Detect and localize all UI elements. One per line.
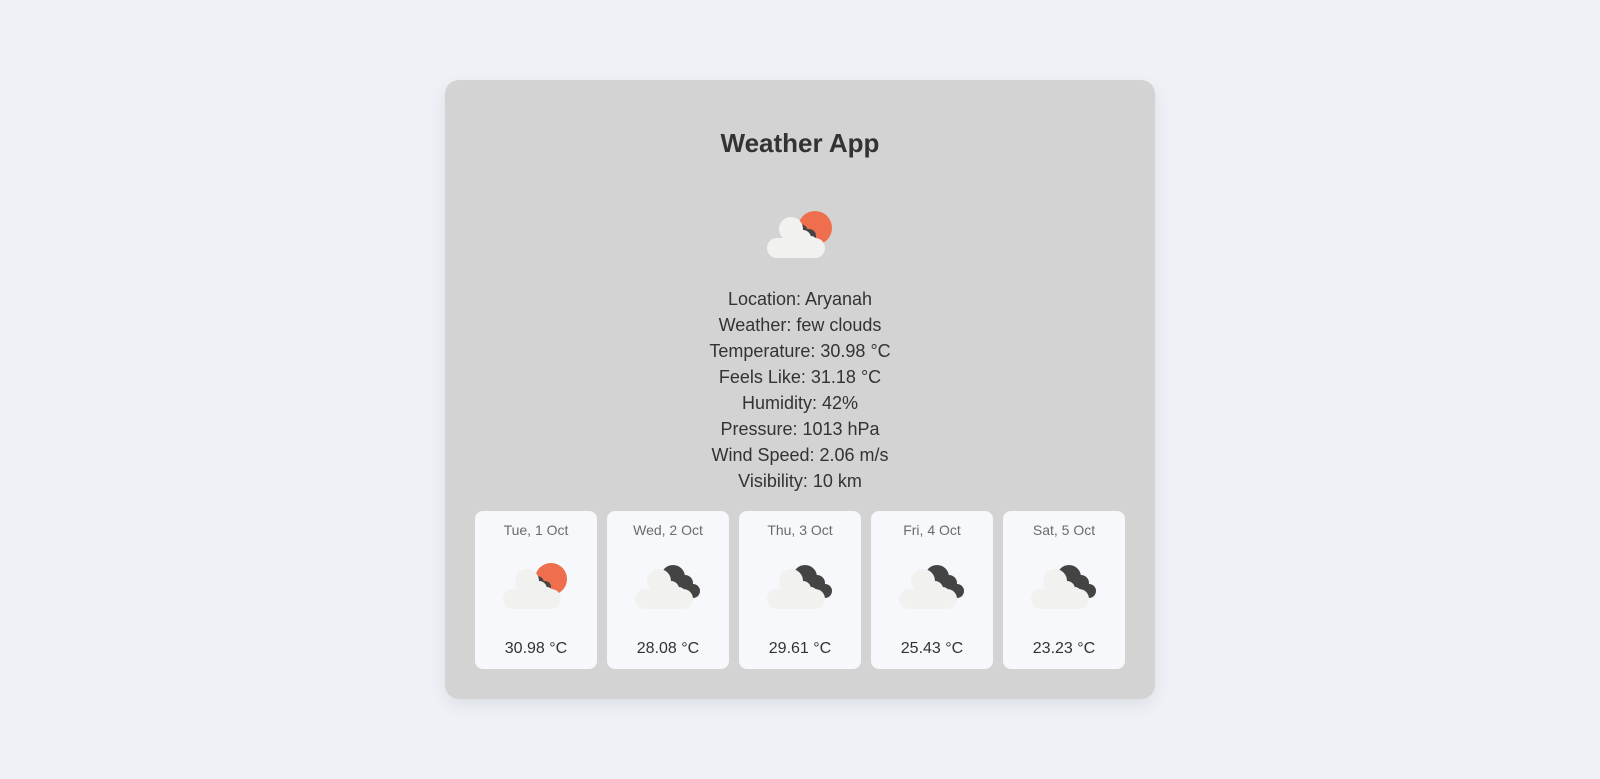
forecast-temperature: 28.08 °C — [636, 640, 700, 657]
broken-clouds-icon — [897, 557, 967, 613]
forecast-day-card: Sat, 5 Oct 23.23 °C — [1003, 511, 1125, 669]
app-title: Weather App — [720, 128, 880, 158]
forecast-day-card: Fri, 4 Oct 25.43 °C — [871, 511, 993, 669]
forecast-date: Sat, 5 Oct — [1032, 522, 1096, 538]
forecast-date: Wed, 2 Oct — [633, 522, 703, 538]
forecast-temperature: 29.61 °C — [768, 640, 832, 657]
forecast-temperature: 25.43 °C — [900, 640, 964, 657]
current-weather-details: Location: Aryanah Weather: few clouds Te… — [445, 286, 1155, 494]
forecast-date: Fri, 4 Oct — [903, 522, 961, 538]
temperature-text: Temperature: 30.98 °C — [709, 341, 891, 361]
weather-description-text: Weather: few clouds — [718, 315, 882, 335]
forecast-date: Thu, 3 Oct — [767, 522, 833, 538]
broken-clouds-icon — [765, 557, 835, 613]
wind-speed-text: Wind Speed: 2.06 m/s — [711, 445, 889, 465]
feels-like-text: Feels Like: 31.18 °C — [718, 367, 882, 387]
broken-clouds-icon — [633, 557, 703, 613]
forecast-date: Tue, 1 Oct — [503, 522, 569, 538]
forecast-day-card: Tue, 1 Oct 30.98 °C — [475, 511, 597, 669]
forecast-temperature: 30.98 °C — [504, 640, 568, 657]
forecast-day-card: Wed, 2 Oct 28.08 °C — [607, 511, 729, 669]
few-clouds-day-icon — [765, 198, 835, 268]
weather-card: Weather App Location: Aryanah Weather: f… — [445, 80, 1155, 699]
visibility-text: Visibility: 10 km — [738, 471, 862, 491]
few-clouds-day-icon — [501, 557, 571, 613]
forecast-day-card: Thu, 3 Oct 29.61 °C — [739, 511, 861, 669]
forecast-temperature: 23.23 °C — [1032, 640, 1096, 657]
humidity-text: Humidity: 42% — [741, 393, 859, 413]
pressure-text: Pressure: 1013 hPa — [720, 419, 880, 439]
location-text: Location: Aryanah — [727, 289, 873, 309]
forecast-list: Tue, 1 Oct 30.98 °C Wed, 2 Oct 28.08 °C … — [475, 511, 1125, 669]
broken-clouds-icon — [1029, 557, 1099, 613]
